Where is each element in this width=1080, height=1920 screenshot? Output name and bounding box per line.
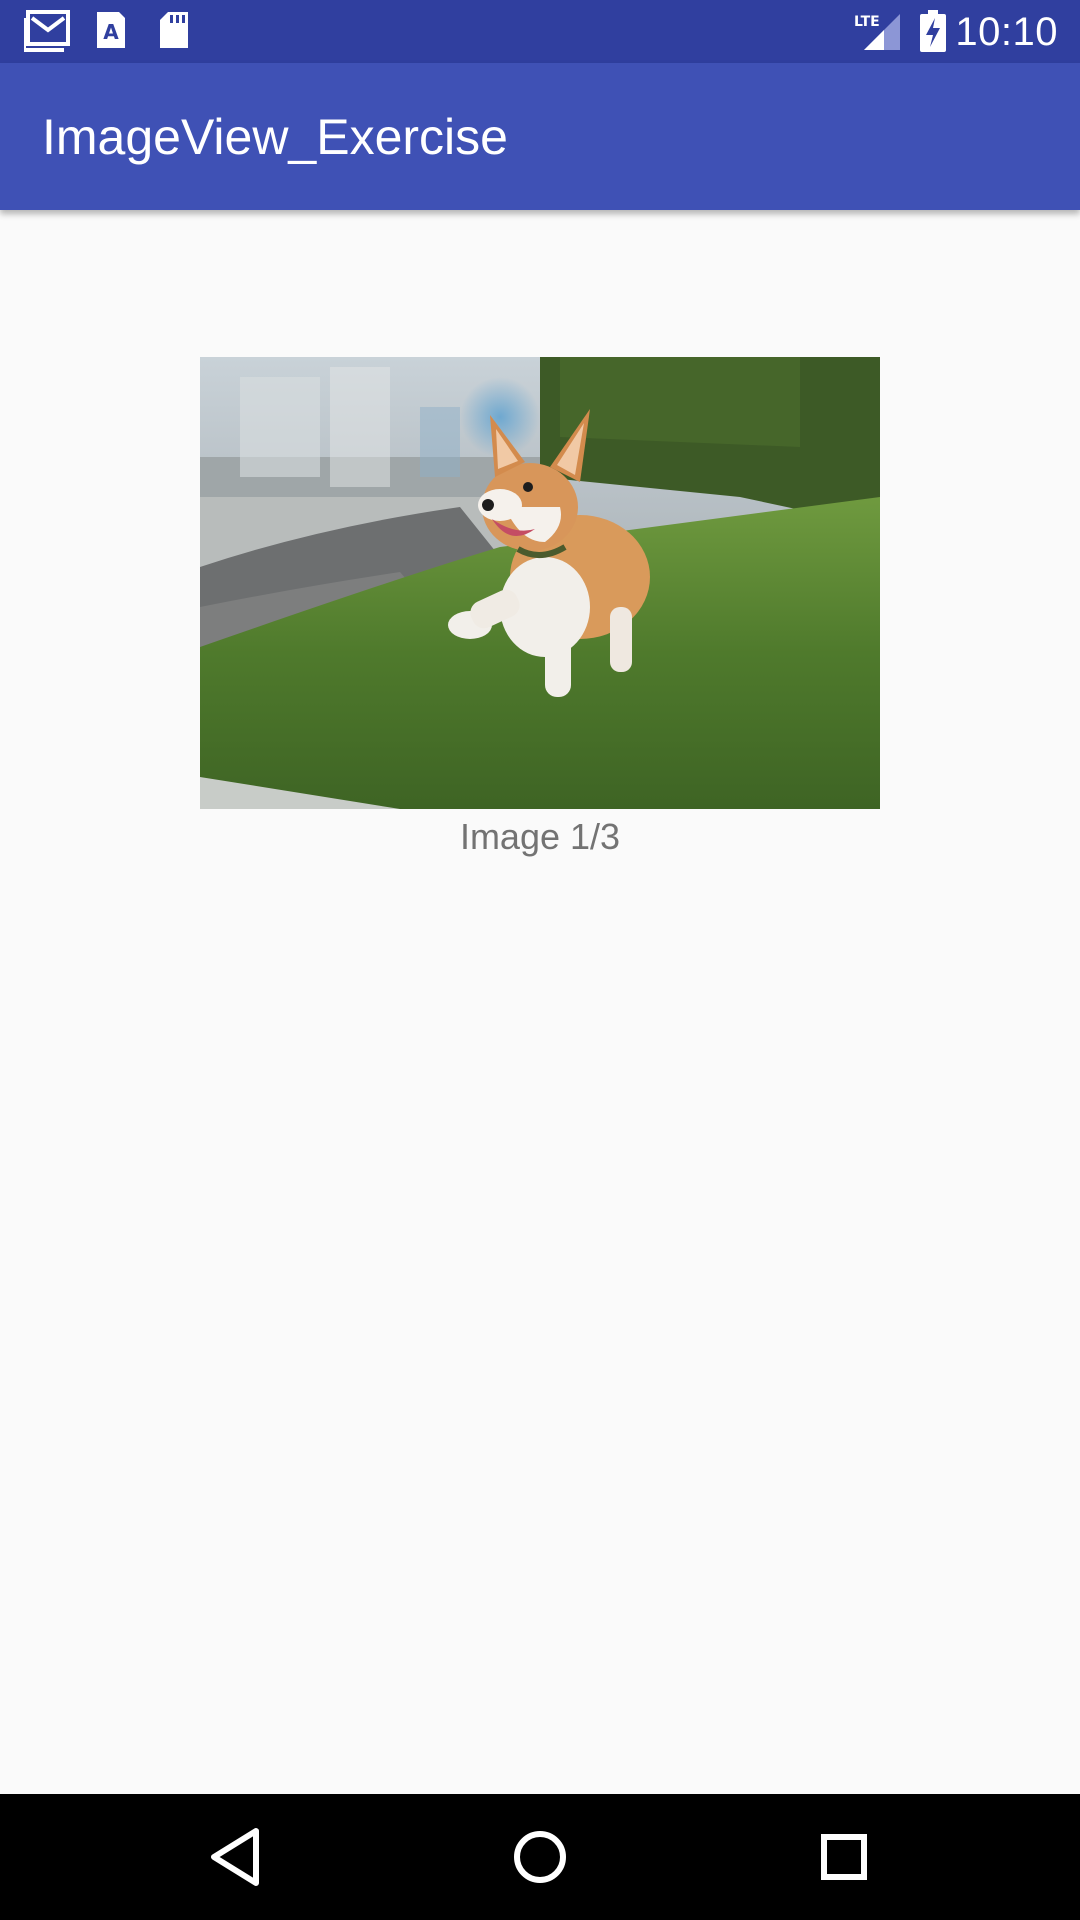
status-time: 10:10: [955, 10, 1058, 54]
font-app-icon: A: [95, 10, 127, 55]
app-title: ImageView_Exercise: [42, 109, 508, 165]
corgi-photo: [200, 357, 880, 809]
lte-label: LTE: [854, 14, 880, 30]
lte-signal-icon: LTE: [852, 10, 902, 57]
battery-charging-icon: [920, 10, 946, 57]
back-icon: [211, 1828, 259, 1886]
gmail-icon: [22, 10, 72, 57]
status-bar: A LTE 10:10: [0, 0, 1080, 63]
app-bar: ImageView_Exercise: [0, 63, 1080, 210]
screen: A LTE 10:10 ImageView_Exercise Image 1/3: [0, 0, 1080, 1920]
home-icon: [514, 1831, 566, 1883]
recents-button[interactable]: [806, 1819, 882, 1895]
svg-text:A: A: [103, 20, 119, 44]
sd-card-icon: [158, 10, 190, 55]
image-counter: Image 1/3: [459, 816, 621, 857]
recents-icon: [821, 1834, 867, 1880]
image-view[interactable]: [200, 357, 880, 809]
home-button[interactable]: [502, 1819, 578, 1895]
back-button[interactable]: [198, 1819, 274, 1895]
navigation-bar: [0, 1794, 1080, 1920]
